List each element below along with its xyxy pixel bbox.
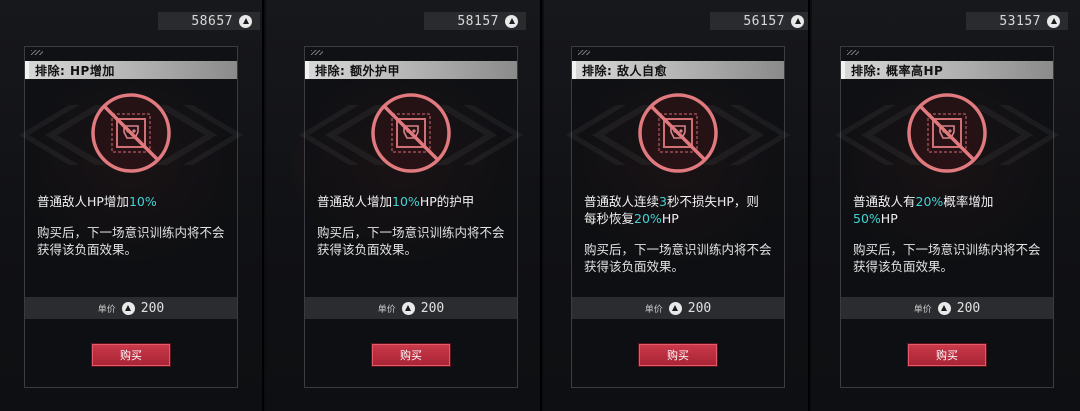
price-row: 单价 200	[841, 297, 1053, 319]
upgrade-card: 排除: 概率高HP 普通敌人有20%概率增加 50%HP 购买后，下一场意识训练内将…	[835, 46, 1059, 388]
price-value: 200	[687, 300, 712, 316]
panel-divider	[262, 0, 264, 411]
purchase-note: 购买后，下一场意识训练内将不会 获得该负面效果。	[853, 242, 1041, 274]
purchase-note: 购买后，下一场意识训练内将不会 获得该负面效果。	[317, 225, 505, 257]
card-title-bar: 排除: HP增加	[25, 61, 237, 79]
card-corner-hatch	[311, 50, 323, 55]
coin-icon	[1047, 14, 1060, 28]
card-title-bar: 排除: 敌人自愈	[572, 61, 784, 79]
coin-icon	[121, 301, 135, 315]
price-row: 单价 200	[572, 297, 784, 319]
effect-text: 概率增加	[943, 194, 994, 209]
currency-display: 53157	[966, 12, 1068, 30]
price-label: 单价	[97, 304, 116, 315]
currency-amount: 58157	[457, 13, 499, 29]
coin-icon	[401, 301, 415, 315]
card-title-bar: 排除: 概率高HP	[841, 61, 1053, 79]
prohibited-emblem-icon	[635, 90, 721, 176]
price-label: 单价	[644, 304, 663, 315]
effect-highlight-value: 20%	[634, 211, 662, 226]
effect-highlight-value: 3	[659, 194, 667, 209]
coin-icon	[505, 14, 518, 28]
shop-panel: 56157 排除: 敌人自愈普通敌人连续3秒不损失HP，则 每秒恢复20%HP 购买…	[544, 0, 808, 411]
currency-display: 58657	[158, 12, 260, 30]
panel-divider	[540, 0, 542, 411]
effect-text: HP的护甲	[419, 194, 475, 209]
effect-description: 普通敌人增加10%HP的护甲	[317, 193, 507, 210]
effect-highlight-value: 20%	[915, 194, 944, 209]
shop-panel: 58657 排除: HP增加 普通敌人HP增加10% 购买后，下一场意识训练内将不会 …	[0, 0, 262, 411]
price-row: 单价 200	[305, 297, 517, 319]
card-title: 排除: 概率高HP	[851, 63, 944, 78]
prohibited-emblem-icon	[368, 90, 454, 176]
coin-icon	[937, 301, 951, 315]
currency-amount: 53157	[999, 13, 1041, 29]
currency-amount: 58657	[191, 13, 233, 29]
card-corner-hatch	[31, 50, 43, 55]
prohibited-emblem-icon	[904, 90, 990, 176]
effect-highlight-value: 50%	[853, 211, 881, 226]
effect-description: 普通敌人有20%概率增加 50%HP	[853, 193, 1043, 227]
card-corner-hatch	[847, 50, 859, 55]
coin-icon	[239, 14, 252, 28]
price-value: 200	[420, 300, 445, 316]
price-value: 200	[956, 300, 981, 316]
purchase-note: 购买后，下一场意识训练内将不会 获得该负面效果。	[37, 225, 225, 257]
card-corner-hatch	[578, 50, 590, 55]
effect-text: HP	[661, 211, 679, 226]
price-label: 单价	[913, 304, 932, 315]
currency-amount: 56157	[743, 13, 785, 29]
buy-button[interactable]: 购买	[907, 343, 987, 367]
card-title: 排除: 敌人自愈	[582, 63, 667, 78]
shop-panel: 58157 排除: 额外护甲 普通敌人增加10%HP的护甲 购买后，下一场意识训练内将…	[266, 0, 540, 411]
effect-description: 普通敌人HP增加10%	[37, 193, 227, 210]
buy-button[interactable]: 购买	[91, 343, 171, 367]
card-title-bar: 排除: 额外护甲	[305, 61, 517, 79]
price-row: 单价 200	[25, 297, 237, 319]
shop-panel: 53157 排除: 概率高HP 普通敌人有20%概率增加 50%HP 购买后，下一场意…	[812, 0, 1080, 411]
effect-text: 普通敌人有	[853, 194, 916, 209]
upgrade-card: 排除: HP增加 普通敌人HP增加10% 购买后，下一场意识训练内将不会 获得该负面…	[19, 46, 243, 388]
currency-display: 56157	[710, 12, 808, 30]
buy-button[interactable]: 购买	[371, 343, 451, 367]
effect-highlight-value: 10%	[128, 194, 157, 209]
effect-description: 普通敌人连续3秒不损失HP，则 每秒恢复20%HP	[584, 193, 774, 227]
card-title: 排除: 额外护甲	[315, 63, 400, 78]
card-title: 排除: HP增加	[35, 63, 115, 78]
panel-divider	[808, 0, 810, 411]
price-value: 200	[140, 300, 165, 316]
upgrade-card: 排除: 额外护甲 普通敌人增加10%HP的护甲 购买后，下一场意识训练内将不会 获得…	[299, 46, 523, 388]
prohibited-emblem-icon	[88, 90, 174, 176]
price-label: 单价	[377, 304, 396, 315]
effect-text: HP	[880, 211, 898, 226]
effect-text: 普通敌人HP增加	[37, 194, 129, 209]
effect-text: 普通敌人连续	[584, 194, 660, 209]
upgrade-card: 排除: 敌人自愈普通敌人连续3秒不损失HP，则 每秒恢复20%HP 购买后，下一场…	[566, 46, 790, 388]
purchase-note: 购买后，下一场意识训练内将不会 获得该负面效果。	[584, 242, 772, 274]
effect-highlight-value: 10%	[392, 194, 420, 209]
currency-display: 58157	[424, 12, 526, 30]
coin-icon	[791, 14, 804, 28]
effect-text: 普通敌人增加	[317, 194, 393, 209]
coin-icon	[668, 301, 682, 315]
buy-button[interactable]: 购买	[638, 343, 718, 367]
